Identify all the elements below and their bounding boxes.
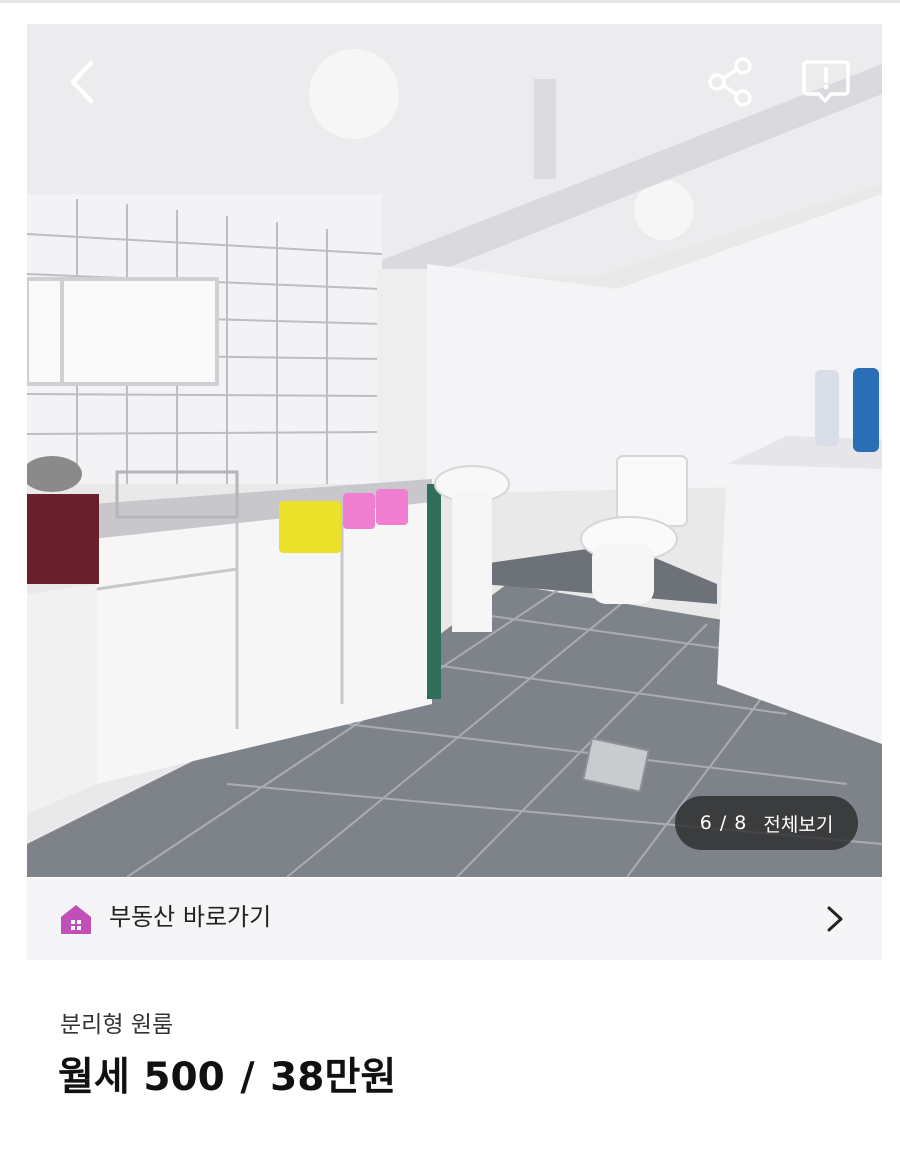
deal-type: 월세 xyxy=(58,1055,130,1100)
listing-type: 분리형 원룸 xyxy=(60,1012,174,1038)
house-icon xyxy=(61,905,91,934)
listing-price: 월세 500 / 38만원 xyxy=(58,1055,397,1100)
report-button[interactable] xyxy=(797,54,855,110)
chevron-left-icon xyxy=(70,60,94,104)
share-button[interactable] xyxy=(703,54,759,110)
deposit-value: 500 xyxy=(143,1055,225,1100)
photo-counter: 6 / 8 xyxy=(699,812,748,834)
view-all-label: 전체보기 xyxy=(763,813,834,836)
listing-photo[interactable]: 6 / 8 전체보기 xyxy=(27,24,882,877)
top-divider xyxy=(0,0,900,3)
report-icon xyxy=(802,60,850,103)
monthly-rent-value: 38만원 xyxy=(270,1055,397,1100)
back-button[interactable] xyxy=(57,54,107,110)
chevron-right-icon xyxy=(827,906,843,932)
room-photo-image xyxy=(27,24,882,877)
agency-link-label: 부동산 바로가기 xyxy=(109,903,272,931)
agency-link-row[interactable]: 부동산 바로가기 xyxy=(27,878,882,960)
view-all-button[interactable]: 6 / 8 전체보기 xyxy=(675,796,858,850)
share-icon xyxy=(708,57,752,107)
